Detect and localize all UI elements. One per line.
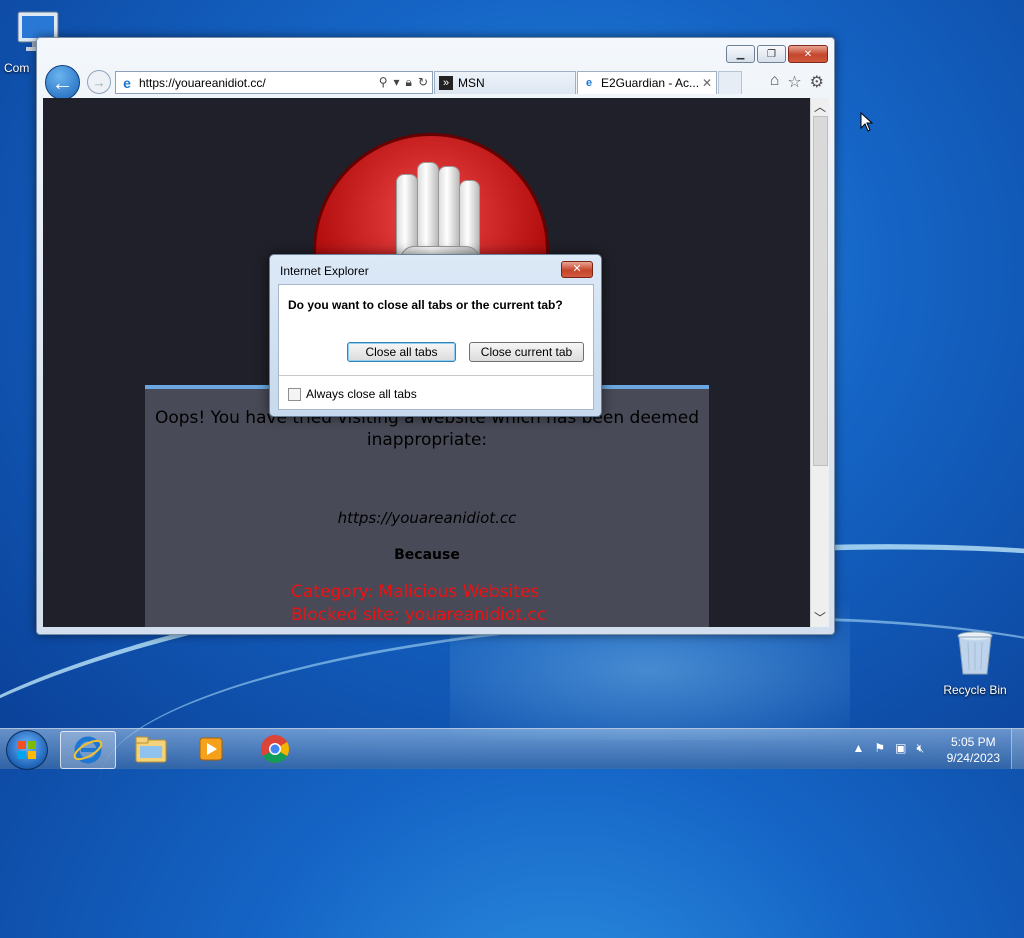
- lock-icon[interactable]: 🔒︎: [406, 75, 412, 90]
- taskbar-chrome[interactable]: [248, 731, 302, 767]
- recycle-bin-label: Recycle Bin: [943, 683, 1007, 697]
- blocked-site-text: Blocked site: youareanidiot.cc: [291, 605, 547, 625]
- network-icon[interactable]: ▣: [895, 741, 906, 756]
- block-reason: Category: Malicious Websites Blocked sit…: [145, 581, 709, 627]
- recycle-bin-desktop-icon[interactable]: Recycle Bin: [940, 630, 1010, 697]
- taskbar: ▲ ⚑ ▣ 🔇︎ 5:05 PM 9/24/2023: [0, 728, 1024, 770]
- vertical-scrollbar[interactable]: ︿ ﹀: [810, 98, 829, 627]
- windows-logo-icon: [18, 741, 36, 759]
- toolbar-right: ⌂ ☆ ⚙: [770, 72, 824, 92]
- taskbar-media-player[interactable]: [184, 731, 238, 767]
- chrome-icon: [261, 735, 289, 763]
- category-text: Category: Malicious Websites: [291, 582, 540, 602]
- blocked-url: https://youareanidiot.cc: [337, 509, 517, 527]
- scroll-down-icon[interactable]: ﹀: [811, 609, 829, 627]
- show-hidden-icons-icon[interactable]: ▲: [852, 741, 864, 756]
- start-button[interactable]: [6, 730, 48, 770]
- new-tab-button[interactable]: [718, 71, 742, 94]
- forward-arrow-icon: →: [92, 74, 106, 90]
- blocked-heading-line2: inappropriate:: [366, 430, 488, 450]
- dialog-body: Do you want to close all tabs or the cur…: [278, 284, 594, 410]
- taskbar-ie[interactable]: [60, 731, 116, 769]
- refresh-icon[interactable]: ↻: [418, 75, 428, 90]
- minimize-button[interactable]: ▁: [726, 45, 755, 63]
- show-desktop-button[interactable]: [1011, 729, 1024, 769]
- tab-close-icon[interactable]: ✕: [702, 76, 712, 90]
- address-url[interactable]: https://youareanidiot.cc/: [139, 76, 379, 90]
- tab-label: E2Guardian - Ac...: [601, 76, 700, 90]
- close-window-button[interactable]: ✕: [788, 45, 828, 63]
- clock-date: 9/24/2023: [946, 751, 1000, 765]
- scroll-thumb[interactable]: [813, 116, 828, 466]
- ie-page-icon: e: [123, 74, 131, 91]
- restore-button[interactable]: ❐: [757, 45, 786, 63]
- close-all-tabs-button[interactable]: Close all tabs: [347, 342, 456, 362]
- close-tabs-dialog: Internet Explorer ✕ Do you want to close…: [269, 254, 602, 417]
- settings-gear-icon[interactable]: ⚙: [810, 72, 824, 92]
- address-bar[interactable]: e https://youareanidiot.cc/ ⚲ ▾ 🔒︎ ↻: [115, 71, 433, 94]
- action-center-flag-icon[interactable]: ⚑: [874, 741, 885, 756]
- clock[interactable]: 5:05 PM 9/24/2023: [947, 734, 1000, 766]
- dropdown-icon[interactable]: ▾: [394, 75, 400, 90]
- dialog-title: Internet Explorer: [280, 264, 369, 278]
- because-label: Because: [394, 547, 460, 563]
- folder-icon: [135, 736, 167, 763]
- scroll-up-icon[interactable]: ︿: [811, 98, 829, 116]
- back-arrow-icon: ←: [51, 69, 74, 95]
- dialog-separator: [279, 375, 593, 376]
- forward-button[interactable]: →: [87, 70, 111, 94]
- volume-muted-icon[interactable]: 🔇︎: [916, 741, 924, 756]
- internet-explorer-icon: [73, 736, 103, 764]
- checkbox-box[interactable]: [288, 387, 301, 401]
- mouse-cursor-icon: [860, 111, 874, 135]
- back-button[interactable]: ←: [45, 65, 80, 100]
- tab-msn[interactable]: » MSN: [434, 71, 576, 94]
- tab-label: MSN: [458, 76, 485, 90]
- dialog-close-button[interactable]: ✕: [561, 261, 593, 278]
- window-controls: ▁ ❐ ✕: [726, 45, 828, 63]
- recycle-bin-icon: [940, 630, 1010, 679]
- system-tray: ▲ ⚑ ▣ 🔇︎: [852, 741, 924, 756]
- clock-time: 5:05 PM: [950, 735, 996, 749]
- dialog-question: Do you want to close all tabs or the cur…: [288, 298, 563, 312]
- tab-e2guardian[interactable]: e E2Guardian - Ac... ✕: [577, 71, 717, 94]
- close-current-tab-button[interactable]: Close current tab: [469, 342, 584, 362]
- ie-tab-icon: e: [585, 77, 593, 89]
- always-close-label: Always close all tabs: [306, 387, 417, 401]
- taskbar-explorer[interactable]: [124, 731, 178, 767]
- msn-icon: »: [439, 76, 453, 90]
- always-close-checkbox[interactable]: Always close all tabs: [288, 387, 417, 401]
- media-player-icon: [199, 737, 223, 761]
- blocked-message-panel: Oops! You have tried visiting a website …: [145, 385, 709, 627]
- computer-label: Com: [4, 61, 30, 75]
- search-icon[interactable]: ⚲: [379, 75, 388, 90]
- favorites-star-icon[interactable]: ☆: [787, 72, 801, 92]
- home-icon[interactable]: ⌂: [770, 72, 780, 92]
